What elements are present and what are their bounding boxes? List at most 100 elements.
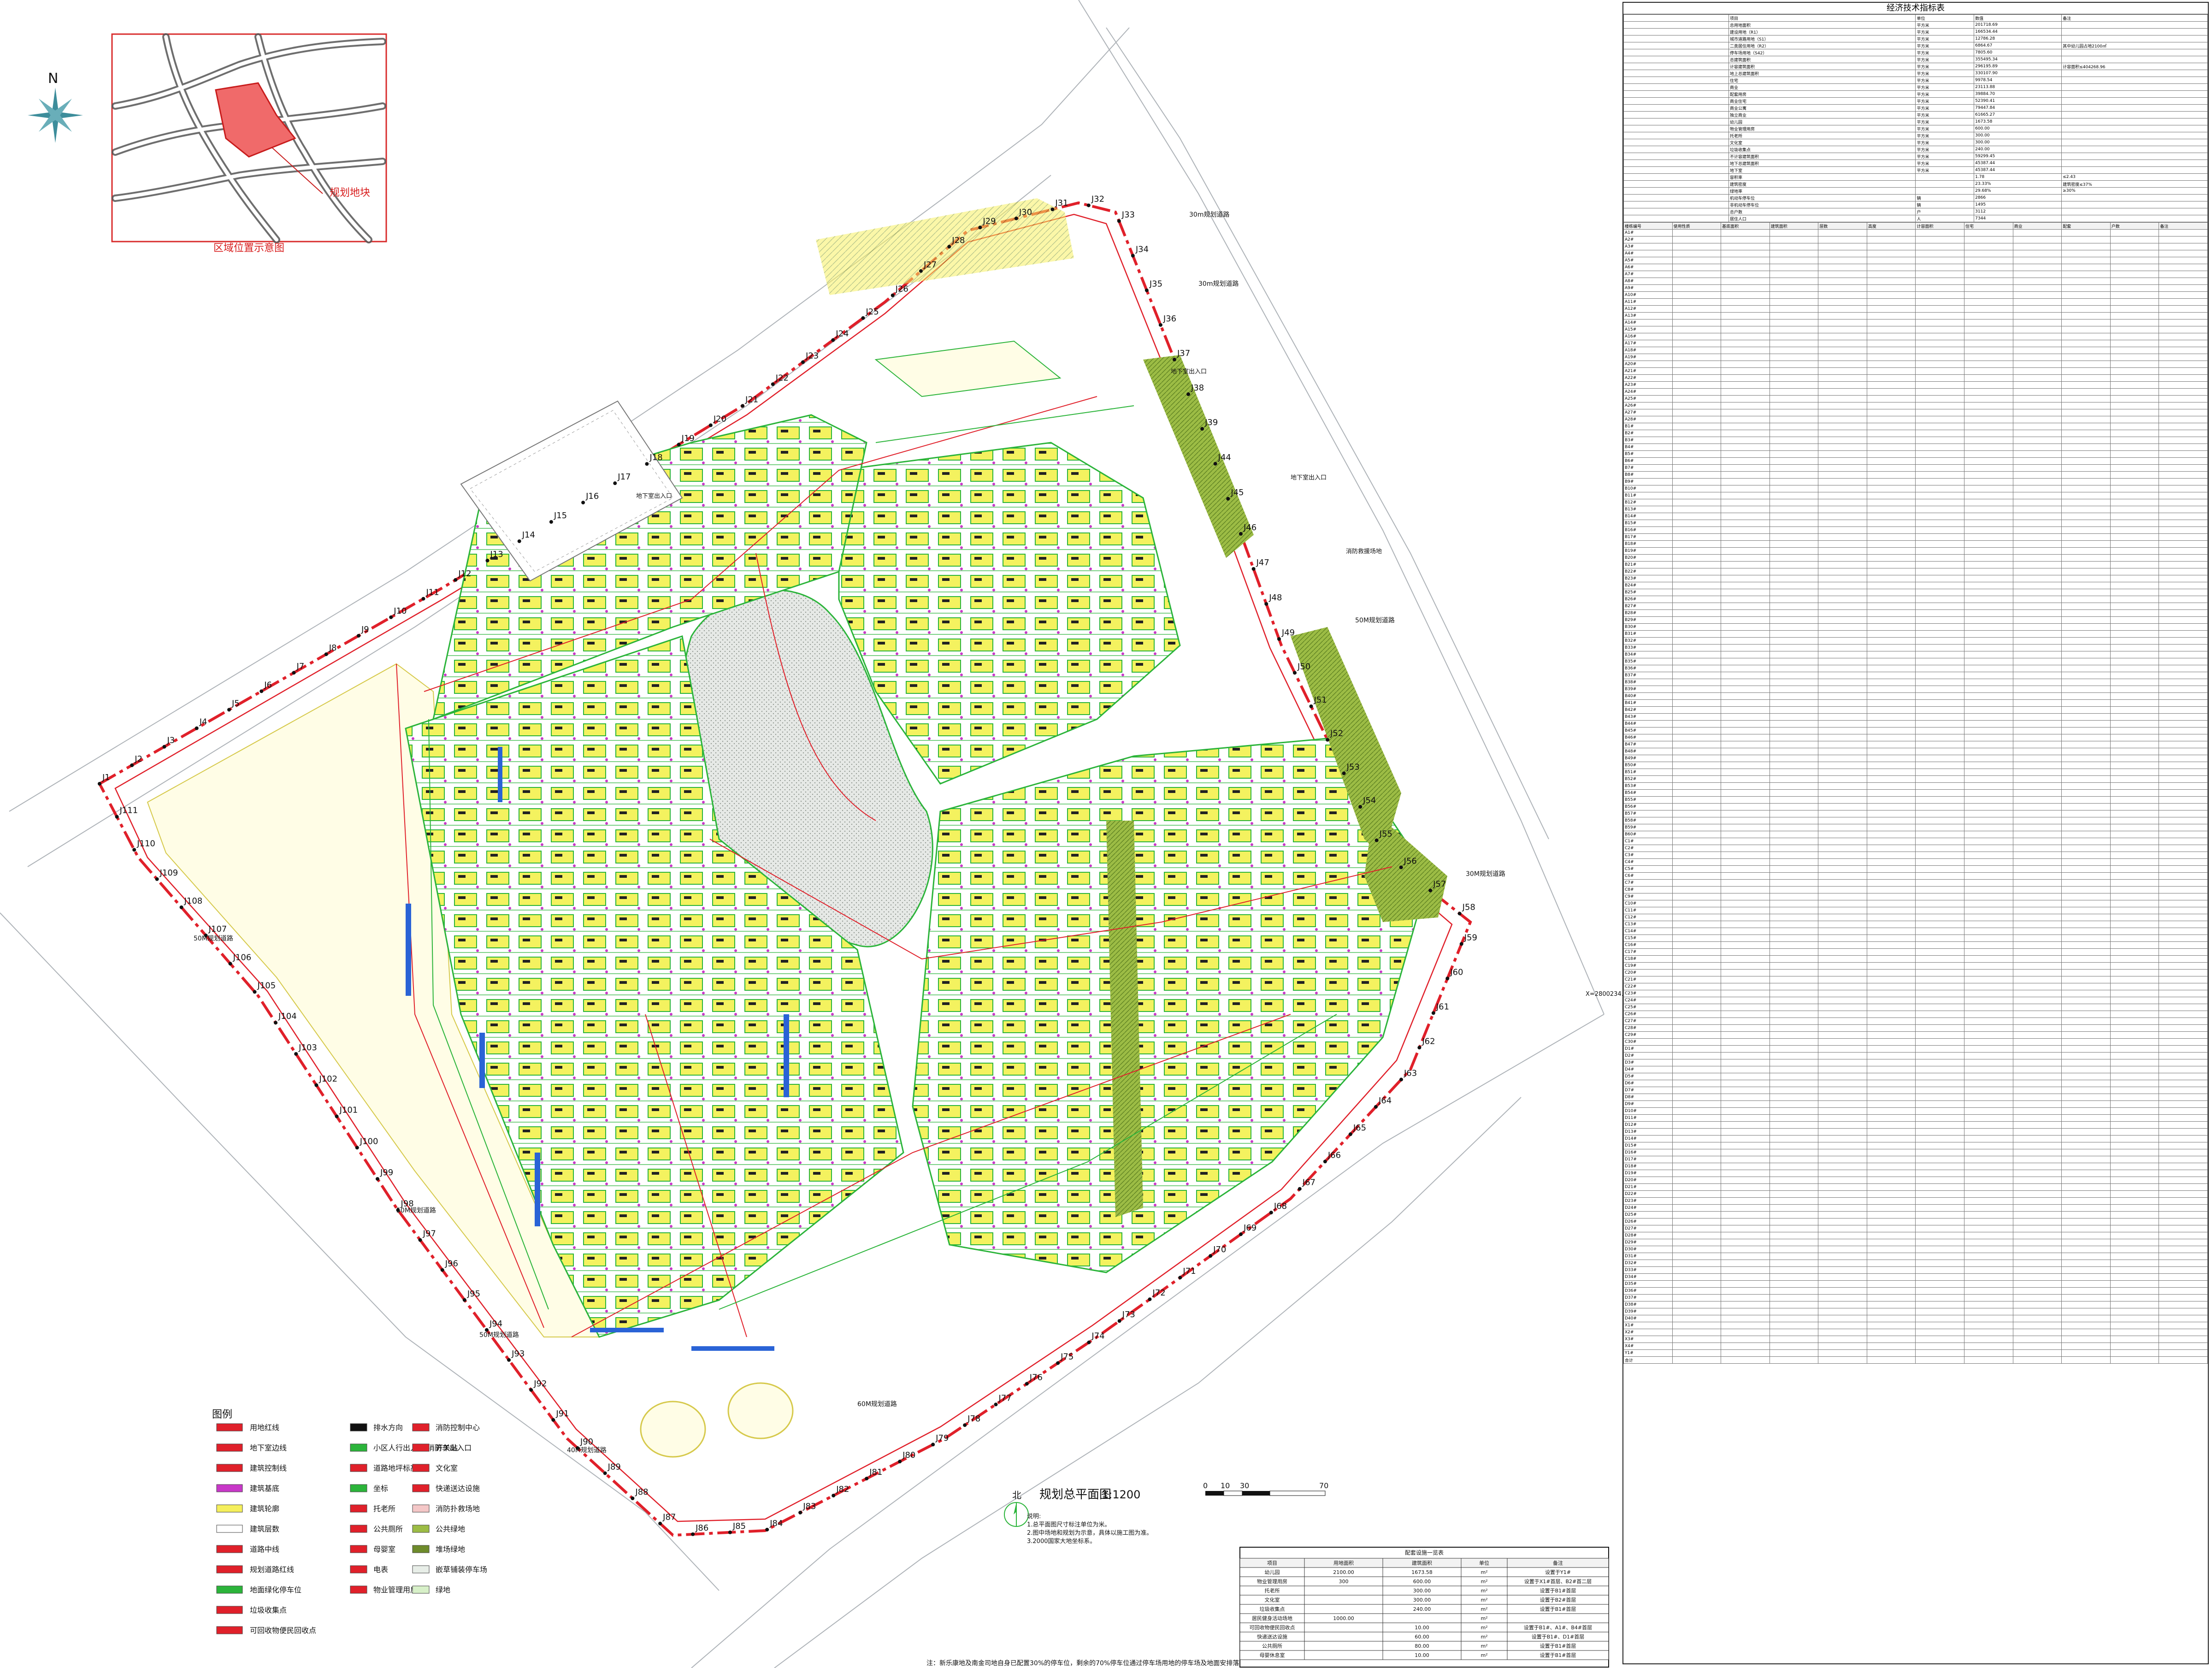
boundary-point-marker: [1399, 865, 1403, 869]
econ-detail-table: 楼栋编号 使用性质 基底面积 建筑面积 层数 高度 计容面积 住宅 商业 配套 户数 备注 A1# A2…: [1623, 222, 2208, 1364]
econ-detail-row: B24#: [1623, 582, 2208, 589]
boundary-point-marker: [1277, 637, 1281, 641]
legend-swatch: [412, 1545, 430, 1553]
econ-detail-row: C23#: [1623, 990, 2208, 997]
econ-row: 地上总建筑面积 平方米 330107.90: [1623, 70, 2208, 77]
legend-label: 道路地坪标高: [373, 1464, 418, 1473]
econ-cell: 幼儿园: [1728, 118, 1916, 125]
legend-label: 电表: [373, 1565, 388, 1574]
facility-cell-box: [1304, 1604, 1383, 1614]
econ-detail-row: B15#: [1623, 520, 2208, 527]
boundary-point-marker: [462, 1298, 466, 1302]
boundary-point-label: J26: [895, 284, 908, 294]
legend-label: 地面绿化停车位: [250, 1585, 301, 1594]
econ-row: 垃圾收集点 平方米 240.00: [1623, 146, 2208, 153]
boundary-point-label: J78: [967, 1414, 980, 1424]
boundary-point-label: J105: [257, 981, 276, 990]
boundary-point-label: J87: [662, 1513, 676, 1522]
econ-row: 总用地面积 平方米 201718.69: [1623, 21, 2208, 29]
econ-row: 计容建筑面积 平方米 296195.89 计容面积≤404268.96: [1623, 63, 2208, 70]
facility-cell: m²: [1481, 1588, 1487, 1594]
econ-detail-row: B28#: [1623, 609, 2208, 617]
building-id-cell: A24#: [1623, 388, 1673, 396]
legend-swatch: [216, 1423, 243, 1431]
econ-cell: 61665.27: [1974, 111, 2062, 118]
boundary-point-label: J69: [1243, 1223, 1256, 1233]
econ-detail-row: A22#: [1623, 374, 2208, 382]
boundary-point-label: J45: [1230, 488, 1244, 497]
boundary-point-marker: [1358, 805, 1363, 809]
econ-row: 二类居住用地（R2） 平方米 6864.67 其中幼儿园占地2100㎡: [1623, 42, 2208, 49]
building-id-cell: B32#: [1623, 637, 1673, 645]
facility-cell: 300.00: [1413, 1597, 1431, 1603]
econ-detail-row: D9#: [1623, 1100, 2208, 1108]
building-id-cell: D35#: [1623, 1280, 1673, 1288]
boundary-point-marker: [1239, 532, 1243, 536]
econ-detail-header: 住宅: [1964, 222, 2013, 230]
boundary-point-label: J64: [1378, 1096, 1392, 1106]
econ-detail-row: B11#: [1623, 492, 2208, 499]
econ-header-cell: 项目: [1728, 14, 1916, 22]
building-id-cell: D32#: [1623, 1260, 1673, 1267]
econ-detail-row: D19#: [1623, 1170, 2208, 1177]
econ-cell: [2061, 83, 2208, 91]
facility-cell: 垃圾收集点: [1260, 1606, 1285, 1612]
econ-detail-row: D13#: [1623, 1128, 2208, 1136]
econ-row: 住宅 平方米 9978.54: [1623, 77, 2208, 84]
building-id-cell: D29#: [1623, 1239, 1673, 1246]
econ-detail-row: B30#: [1623, 623, 2208, 631]
econ-detail-row: B53#: [1623, 782, 2208, 790]
legend-swatch: [350, 1565, 367, 1573]
boundary-point-marker: [613, 481, 617, 485]
boundary-point-label: J67: [1302, 1178, 1315, 1188]
econ-detail-row: B40#: [1623, 692, 2208, 700]
building-id-cell: D26#: [1623, 1218, 1673, 1225]
econ-detail-row: D16#: [1623, 1149, 2208, 1156]
building-id-cell: A1#: [1623, 229, 1673, 237]
boundary-point-marker: [765, 1527, 769, 1532]
econ-cell: [1915, 187, 1975, 195]
building-id-cell: C12#: [1623, 914, 1673, 921]
econ-cell: 城市道路用地（S1）: [1728, 35, 1916, 42]
legend-label: 堆场绿地: [436, 1545, 465, 1554]
econ-detail-row: D27#: [1623, 1225, 2208, 1232]
econ-cell: 240.00: [1974, 146, 2062, 153]
econ-detail-row: B4#: [1623, 444, 2208, 451]
building-id-cell: B43#: [1623, 713, 1673, 721]
building-id-cell: D20#: [1623, 1177, 1673, 1184]
building-id-cell: C25#: [1623, 1004, 1673, 1011]
boundary-point-label: J49: [1281, 628, 1295, 638]
legend-swatch: [216, 1585, 243, 1594]
boundary-point-marker: [1323, 1159, 1327, 1164]
boundary-point-marker: [728, 1530, 732, 1534]
building-id-cell: B34#: [1623, 651, 1673, 658]
econ-detail-row: A20#: [1623, 361, 2208, 368]
boundary-point-marker: [581, 501, 585, 505]
legend-label: 规划道路红线: [250, 1565, 294, 1574]
building-id-cell: D31#: [1623, 1253, 1673, 1260]
econ-row: 幼儿园 平方米 1673.58: [1623, 118, 2208, 125]
building-id-cell: C19#: [1623, 962, 1673, 970]
boundary-point-marker: [891, 293, 895, 297]
econ-detail-row: B60#: [1623, 831, 2208, 838]
econ-detail-header: 户数: [2110, 222, 2159, 230]
boundary-point-marker: [375, 1177, 379, 1181]
econ-detail-row: B45#: [1623, 727, 2208, 734]
legend-label: 消防控制中心: [436, 1423, 480, 1432]
econ-detail-row: B27#: [1623, 603, 2208, 610]
building-id-cell: B28#: [1623, 609, 1673, 617]
econ-detail-row: B18#: [1623, 540, 2208, 548]
building-id-cell: A10#: [1623, 291, 1673, 299]
building-id-cell: B10#: [1623, 485, 1673, 492]
boundary-point-label: J76: [1029, 1372, 1043, 1382]
econ-detail-row: B42#: [1623, 706, 2208, 714]
econ-detail-row: B43#: [1623, 713, 2208, 721]
road-label: 50M规划道路: [194, 935, 233, 942]
building-id-cell: B37#: [1623, 672, 1673, 679]
boundary-point-label: J65: [1353, 1123, 1366, 1133]
building-id-cell: A25#: [1623, 395, 1673, 402]
econ-cell: 容积率: [1728, 173, 1916, 181]
econ-detail-row: A9#: [1623, 284, 2208, 292]
building-id-cell: B17#: [1623, 533, 1673, 541]
boundary-point-label: J72: [1152, 1288, 1165, 1298]
